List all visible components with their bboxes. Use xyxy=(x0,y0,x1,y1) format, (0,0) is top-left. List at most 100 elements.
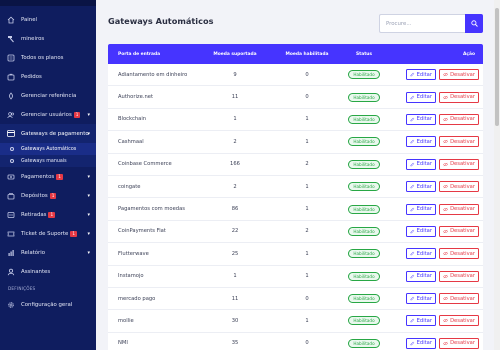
edit-button[interactable]: Editar xyxy=(406,248,436,260)
eye-slash-icon xyxy=(443,274,448,278)
chevron-down-icon: ▾ xyxy=(87,211,90,218)
eye-slash-icon xyxy=(443,252,448,256)
edit-button[interactable]: Editar xyxy=(406,136,436,148)
action-cell: Editar Desativar xyxy=(384,181,483,193)
disable-button-label: Desativar xyxy=(450,273,475,280)
status-badge: Habilitado xyxy=(348,182,380,192)
gateway-name: Cashmaal xyxy=(118,138,144,145)
sidebar-item-ticket[interactable]: Ticket de Suporte 1 ▾ xyxy=(0,224,96,243)
edit-button-label: Editar xyxy=(416,317,432,324)
column-header-status[interactable]: Status xyxy=(344,52,384,57)
sidebar-item-label: Retiradas xyxy=(21,211,47,218)
users-icon xyxy=(6,110,15,119)
edit-button[interactable]: Editar xyxy=(406,203,436,215)
search-input[interactable] xyxy=(379,14,465,33)
chevron-down-icon: ▾ xyxy=(87,130,90,137)
edit-button[interactable]: Editar xyxy=(406,225,436,237)
disable-button[interactable]: Desativar xyxy=(439,293,479,305)
status-badge: Habilitado xyxy=(348,316,380,326)
gateway-name: Coinbase Commerce xyxy=(118,161,172,168)
disable-button[interactable]: Desativar xyxy=(439,91,479,103)
sidebar-subitem-automatic-gateways[interactable]: Gateways Automáticos xyxy=(0,143,96,155)
sidebar-item-users[interactable]: Gerenciar usuários 1 ▾ xyxy=(0,105,96,124)
sidebar-item-home[interactable]: Painel xyxy=(0,10,96,29)
credit-card-icon xyxy=(6,129,15,138)
sidebar-item-report[interactable]: Relatório ▾ xyxy=(0,243,96,262)
enabled-currency-count: 0 xyxy=(305,295,309,302)
sidebar-item-label: Assinantes xyxy=(21,268,51,275)
gateway-name: NMI xyxy=(118,340,128,347)
main-content: Gateways Automáticos Porta de entrada Mo… xyxy=(96,0,494,350)
disable-button[interactable]: Desativar xyxy=(439,248,479,260)
disable-button-label: Desativar xyxy=(450,228,475,235)
hammer-icon xyxy=(6,34,15,43)
enabled-currency-count: 1 xyxy=(305,250,309,257)
pencil-icon xyxy=(410,184,415,189)
gateway-name: Pagamentos com moedas xyxy=(118,206,185,213)
disable-button[interactable]: Desativar xyxy=(439,113,479,125)
disable-button[interactable]: Desativar xyxy=(439,69,479,81)
edit-button[interactable]: Editar xyxy=(406,158,436,170)
eye-slash-icon xyxy=(443,296,448,301)
sidebar-item-deposit[interactable]: Depósitos 1 ▾ xyxy=(0,186,96,205)
sidebar-item-label: Depósitos xyxy=(21,192,48,199)
disable-button[interactable]: Desativar xyxy=(439,203,479,215)
sidebar-item-withdraw[interactable]: Retiradas 1 ▾ xyxy=(0,205,96,224)
sidebar-item-share[interactable]: Gerenciar referência xyxy=(0,86,96,105)
edit-button[interactable]: Editar xyxy=(406,293,436,305)
enabled-currency-count: 0 xyxy=(305,340,309,347)
supported-currency-count: 35 xyxy=(231,340,239,347)
disable-button[interactable]: Desativar xyxy=(439,136,479,148)
table-row: CoinPayments Fiat 22 2 Habilitado Editar Desa… xyxy=(108,221,483,244)
edit-button[interactable]: Editar xyxy=(406,337,436,349)
status-badge: Habilitado xyxy=(348,226,380,236)
report-icon xyxy=(6,248,15,257)
sidebar-item-cart[interactable]: Pedidos xyxy=(0,67,96,86)
sidebar-item-list[interactable]: Todos os planos xyxy=(0,48,96,67)
status-cell: Habilitado xyxy=(344,294,384,304)
sidebar-subitem-manual-gateways[interactable]: Gateways manuais xyxy=(0,155,96,167)
disable-button[interactable]: Desativar xyxy=(439,315,479,327)
column-header-gateway[interactable]: Porta de entrada xyxy=(108,52,200,57)
disable-button[interactable]: Desativar xyxy=(439,181,479,193)
chevron-down-icon: ▾ xyxy=(87,230,90,237)
disable-button[interactable]: Desativar xyxy=(439,270,479,282)
table-row: Coinbase Commerce 166 2 Habilitado Editar Des… xyxy=(108,154,483,176)
sidebar-item-hammer[interactable]: mineiros xyxy=(0,29,96,48)
edit-button[interactable]: Editar xyxy=(406,181,436,193)
gateway-name: coingate xyxy=(118,183,141,190)
sidebar-item-label: Gerenciar referência xyxy=(21,92,77,99)
supported-currency-count: 11 xyxy=(231,295,239,302)
edit-button[interactable]: Editar xyxy=(406,91,436,103)
column-header-supported-currency[interactable]: Moeda suportada xyxy=(200,52,270,57)
sidebar-item-subscribers[interactable]: Assinantes xyxy=(0,262,96,281)
status-cell: Habilitado xyxy=(344,249,384,259)
status-cell: Habilitado xyxy=(344,226,384,236)
eye-slash-icon xyxy=(443,95,448,99)
status-cell: Habilitado xyxy=(344,182,384,192)
edit-button-label: Editar xyxy=(416,340,432,347)
search-button[interactable] xyxy=(465,14,483,33)
table-body: Adiantamento em dinheiro 9 0 Habilitado Edit… xyxy=(108,64,483,350)
disable-button[interactable]: Desativar xyxy=(439,158,479,170)
sidebar-item-label: Pedidos xyxy=(21,73,42,80)
enabled-currency-count: 1 xyxy=(305,183,309,190)
gateway-name: CoinPayments Fiat xyxy=(118,228,166,235)
sidebar-item-label: Gateways de pagamento xyxy=(21,130,89,137)
status-badge: Habilitado xyxy=(348,159,380,169)
sidebar-item-payments[interactable]: Pagamentos 1 ▾ xyxy=(0,167,96,186)
page-scrollbar[interactable] xyxy=(494,0,500,350)
pencil-icon xyxy=(410,229,415,234)
edit-button[interactable]: Editar xyxy=(406,315,436,327)
column-header-enabled-currency[interactable]: Moeda habilitada xyxy=(270,52,344,57)
sidebar-item-gear[interactable]: Configuração geral xyxy=(0,295,96,314)
disable-button[interactable]: Desativar xyxy=(439,225,479,237)
disable-button[interactable]: Desativar xyxy=(439,337,479,349)
deposit-icon xyxy=(6,191,15,200)
scrollbar-thumb[interactable] xyxy=(495,8,499,126)
edit-button[interactable]: Editar xyxy=(406,69,436,81)
edit-button[interactable]: Editar xyxy=(406,270,436,282)
sidebar-item-payment-gateways[interactable]: Gateways de pagamento ▾ xyxy=(0,124,96,143)
edit-button[interactable]: Editar xyxy=(406,113,436,125)
pencil-icon xyxy=(410,341,415,346)
